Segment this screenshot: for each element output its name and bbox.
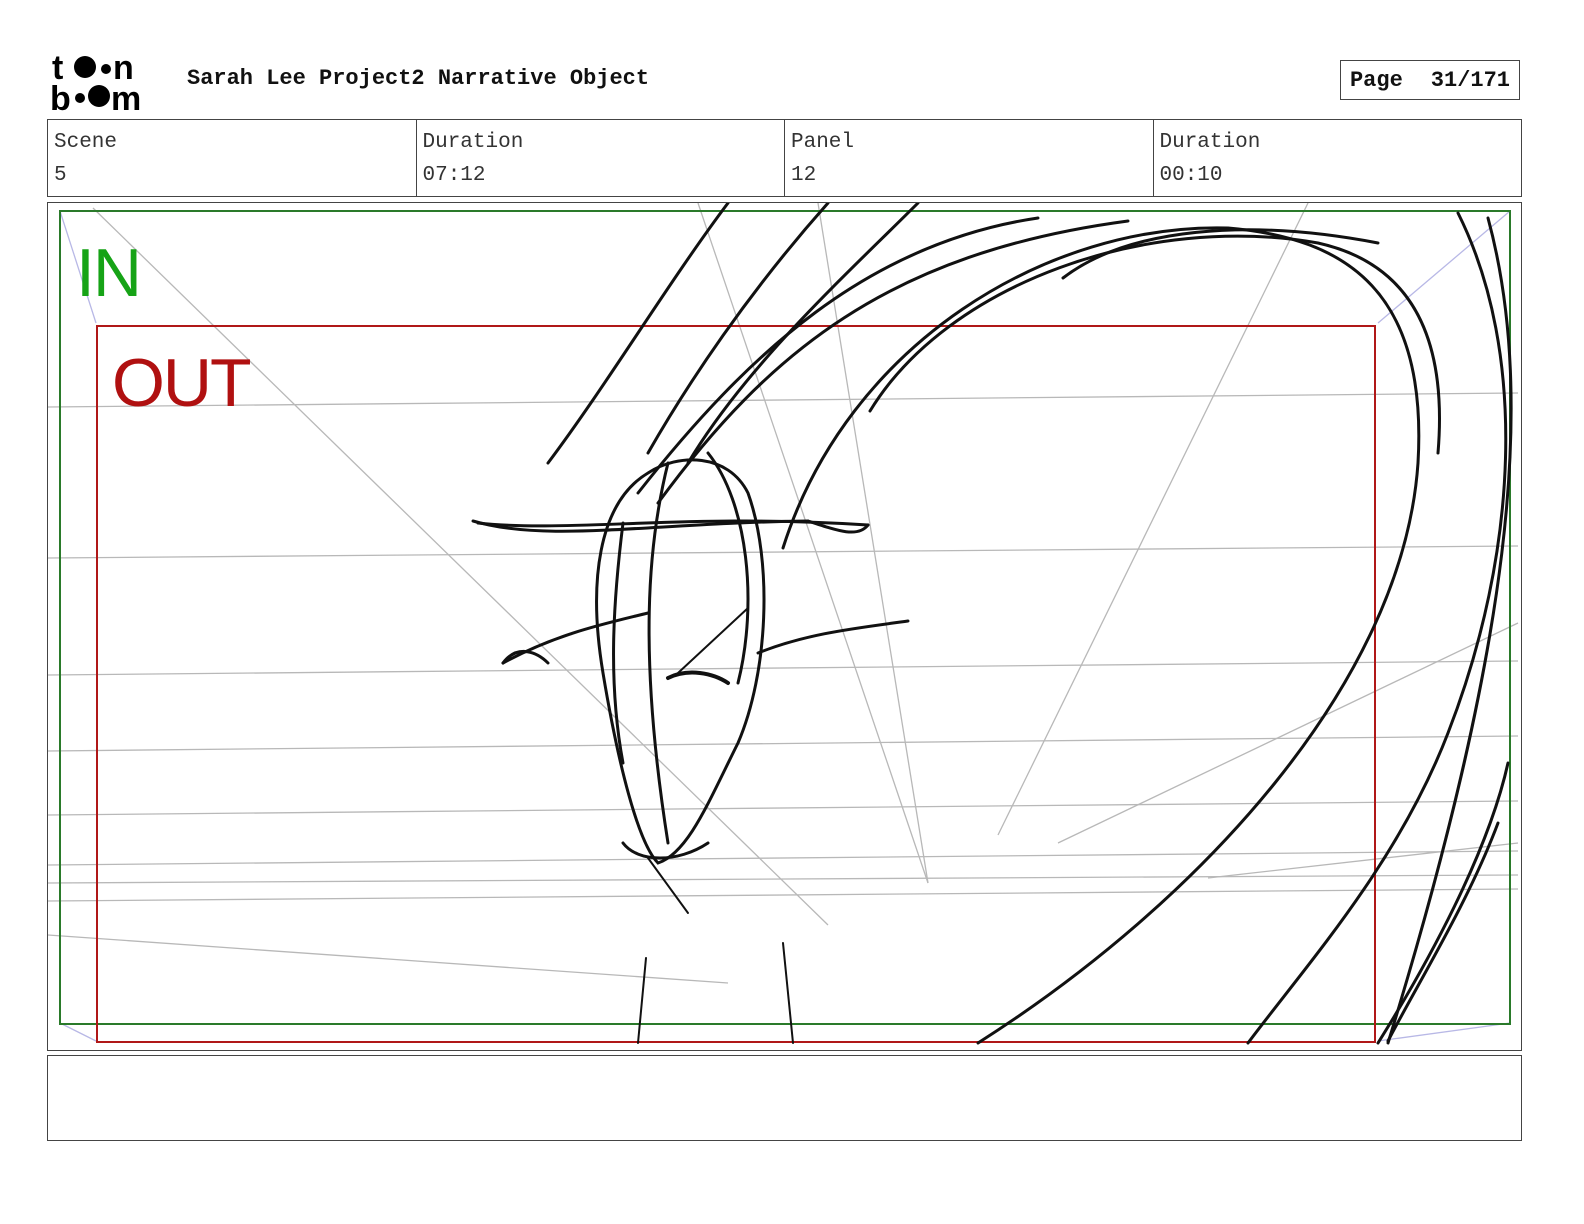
page-value: 31/171 [1430, 67, 1511, 93]
creature-sketch [471, 203, 1513, 1045]
panel-cell: Panel 12 [785, 120, 1154, 196]
in-field-label: IN [76, 235, 142, 311]
scene-duration-label: Duration [422, 131, 524, 154]
svg-text:m: m [111, 80, 141, 112]
storyboard-panel: IN OUT [47, 202, 1522, 1051]
notes-box[interactable] [47, 1055, 1522, 1141]
toon-boom-logo: t n b m [50, 50, 165, 112]
panel-sketch [48, 203, 1519, 1045]
out-field-label: OUT [112, 345, 252, 421]
perspective-guides [48, 203, 1519, 984]
svg-text:b: b [50, 80, 71, 112]
panel-duration-cell: Duration 00:10 [1154, 120, 1522, 196]
scene-duration-cell: Duration 07:12 [417, 120, 785, 196]
scene-label: Scene [54, 131, 118, 154]
panel-duration-label: Duration [1159, 131, 1261, 154]
scene-value: 5 [54, 164, 67, 187]
scene-cell: Scene 5 [48, 120, 417, 196]
page-label: Page [1349, 67, 1403, 93]
toon-boom-logo-icon: t n b m [50, 50, 141, 112]
project-title: Sarah Lee Project2 Narrative Object [187, 66, 650, 91]
in-field-frame [59, 210, 1511, 1025]
panel-value: 12 [791, 164, 817, 187]
out-field-frame [96, 325, 1376, 1043]
panel-label: Panel [791, 131, 855, 154]
panel-info-table: Scene 5 Duration 07:12 Panel 12 Duration… [47, 119, 1522, 197]
panel-duration-value: 00:10 [1159, 164, 1223, 187]
page-indicator: Page 31/171 [1340, 60, 1520, 100]
scene-duration-value: 07:12 [422, 164, 486, 187]
